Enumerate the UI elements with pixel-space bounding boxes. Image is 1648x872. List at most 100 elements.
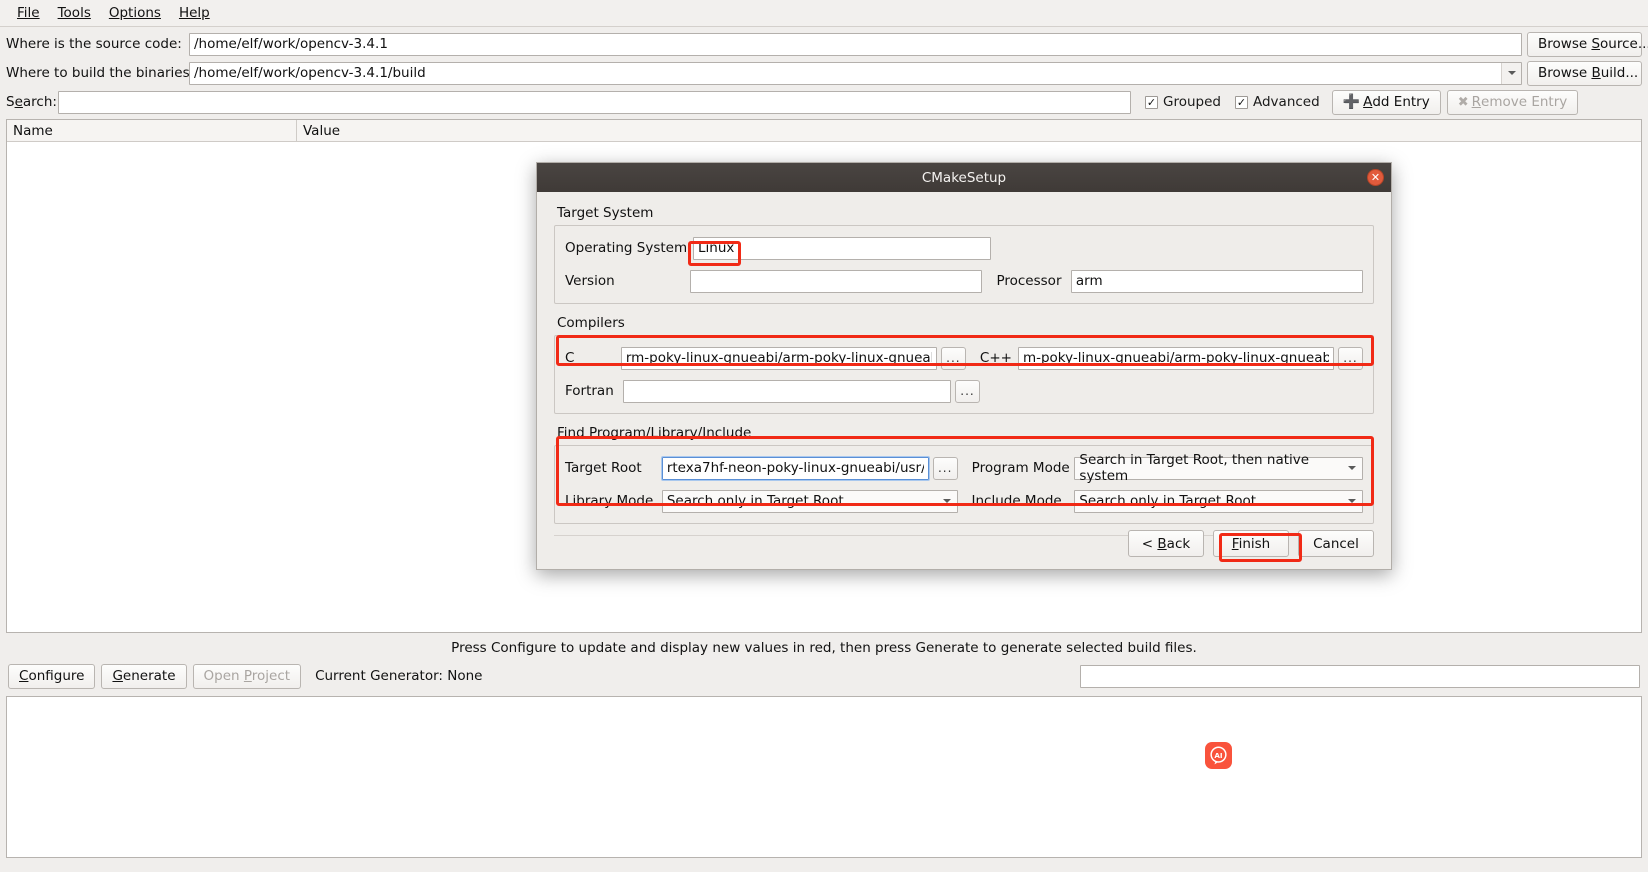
include-mode-label: Include Mode [971,493,1062,509]
generator-field[interactable] [1080,664,1640,688]
advanced-checkbox[interactable]: ✓ Advanced [1234,94,1320,110]
menu-item-tools[interactable]: Tools [49,2,100,24]
fortran-compiler-label: Fortran [565,383,614,399]
generate-button[interactable]: Generate [101,663,187,689]
finish-accel: F [1231,535,1239,552]
source-path-input[interactable] [189,32,1522,56]
dialog-body: Target System Operating System Version P… [537,192,1391,571]
chevron-down-icon[interactable] [1501,62,1521,84]
program-mode-value: Search in Target Root, then native syste… [1079,452,1310,484]
cxx-compiler-input[interactable] [1017,346,1335,370]
program-mode-select[interactable]: Search in Target Root, then native syste… [1074,452,1363,484]
checkmark-icon: ✓ [1234,95,1248,109]
build-path-input[interactable] [189,61,1522,85]
ai-assistant-badge[interactable]: AI [1205,742,1232,769]
column-header-value[interactable]: Value [297,120,1641,141]
browse-source-post: ource... [1600,36,1648,52]
browse-build-post: uild... [1600,65,1639,81]
configure-label: onfigure [28,668,85,684]
library-mode-select[interactable]: Search only in Target Root [661,489,958,513]
library-mode-value: Search only in Target Root [666,493,844,509]
browse-source-accel: S [1591,36,1601,52]
chevron-down-icon [1348,466,1356,470]
add-entry-label: dd Entry [1372,94,1430,110]
library-include-mode-row: Library Mode Search only in Target Root … [565,488,1364,514]
fortran-compiler-browse-button[interactable]: ... [955,379,980,403]
back-accel: B [1157,535,1167,552]
current-generator-label: Current Generator: None [315,668,483,684]
menu-item-options-label: Options [108,5,161,21]
c-compiler-label: C [565,350,575,366]
source-row: Where is the source code: Browse Source.… [6,31,1648,57]
finish-button[interactable]: Finish [1213,530,1289,557]
operating-system-input[interactable] [693,236,991,260]
target-root-input[interactable] [660,455,930,481]
menu-item-help[interactable]: Help [170,2,219,24]
back-pre: < [1141,535,1158,552]
target-root-browse-button[interactable]: ... [932,456,958,480]
back-post: ack [1166,535,1191,552]
chevron-down-icon [942,499,951,503]
c-compiler-browse-button[interactable]: ... [940,346,966,370]
open-project-post: roject [251,668,291,684]
open-project-accel: P [243,668,252,684]
search-row: Search: ✓ Grouped ✓ Advanced ➕ Add Entry … [6,89,1642,115]
find-group: Target Root ... Program Mode Search in T… [554,445,1374,524]
menu-item-file[interactable]: File [8,2,49,24]
program-mode-label: Program Mode [971,460,1070,476]
c-compiler-input[interactable] [620,346,937,370]
cmake-setup-dialog: CMakeSetup ✕ Target System Operating Sys… [536,162,1392,570]
action-bar: Configure Generate Open Project Current … [0,662,1648,690]
grouped-label: Grouped [1163,94,1221,110]
x-icon: ✖ [1457,94,1469,110]
fortran-compiler-input[interactable] [623,379,951,403]
open-project-button[interactable]: Open Project [192,663,302,689]
back-button[interactable]: < Back [1128,530,1204,557]
grouped-checkbox[interactable]: ✓ Grouped [1145,94,1221,110]
search-input[interactable] [58,90,1131,114]
compilers-group: C ... C++ ... Fortran ... [554,335,1374,414]
target-root-row: Target Root ... Program Mode Search in T… [565,452,1363,484]
path-form: Where is the source code: Browse Source.… [0,27,1648,115]
open-project-pre: Open [203,668,244,684]
build-path-combo[interactable] [189,61,1522,85]
advanced-label: Advanced [1252,94,1320,110]
menu-item-tools-label: Tools [57,5,91,21]
library-mode-label: Library Mode [565,493,654,509]
cxx-compiler-browse-button[interactable]: ... [1338,346,1364,370]
target-root-label: Target Root [565,460,642,476]
processor-label: Processor [996,273,1062,289]
close-icon[interactable]: ✕ [1367,169,1384,186]
browse-build-button[interactable]: Browse Build... [1527,60,1642,86]
remove-entry-accel: R [1471,94,1482,110]
chevron-down-icon [1348,499,1357,503]
menu-item-file-label: File [17,5,40,21]
find-group-label: Find Program/Library/Include [557,425,752,441]
browse-source-button[interactable]: Browse Source... [1527,31,1648,57]
browse-build-pre: Browse [1538,65,1592,81]
source-label: Where is the source code: [6,36,182,52]
remove-entry-button[interactable]: ✖ Remove Entry [1446,89,1579,115]
add-entry-accel: A [1363,94,1373,110]
operating-system-label: Operating System [565,240,688,256]
menu-bar: File Tools Options Help [0,0,1648,27]
add-entry-button[interactable]: ➕ Add Entry [1331,89,1441,115]
configure-button[interactable]: Configure [8,663,96,689]
version-input[interactable] [690,269,983,293]
status-hint: Press Configure to update and display ne… [451,640,1197,656]
processor-input[interactable] [1070,269,1363,293]
target-system-group: Operating System Version Processor [554,225,1374,304]
menu-item-options[interactable]: Options [100,2,170,24]
c-compiler-row: C ... C++ ... [565,345,1364,371]
plus-icon: ➕ [1342,94,1361,110]
version-processor-row: Version Processor [565,268,1363,294]
output-log[interactable] [6,696,1642,858]
checkmark-icon: ✓ [1145,95,1158,109]
browse-source-pre: Browse [1538,36,1592,52]
dialog-title-bar: CMakeSetup ✕ [537,163,1391,192]
svg-text:AI: AI [1214,751,1222,760]
include-mode-select[interactable]: Search only in Target Root [1074,489,1364,513]
column-header-name[interactable]: Name [7,120,297,141]
cancel-button[interactable]: Cancel [1298,530,1374,557]
search-label: Search: [6,94,57,110]
